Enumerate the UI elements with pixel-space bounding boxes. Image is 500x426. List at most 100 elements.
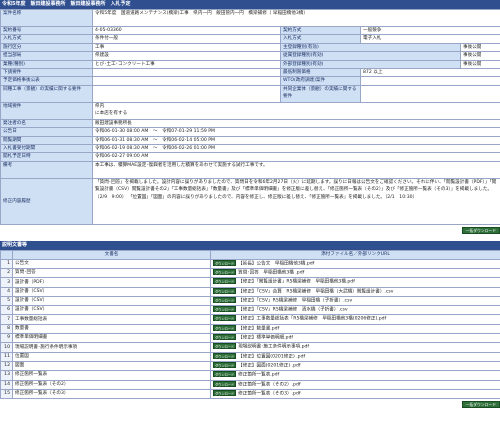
category-label: 施行区分 bbox=[0, 42, 93, 53]
file-link[interactable]: 【修正】「CSV」R5橋梁補修 早稲田橋（子折書）.csv bbox=[238, 298, 352, 303]
row-number: 15 bbox=[0, 388, 13, 400]
region-value: 県内 に本店を有する bbox=[92, 101, 500, 120]
open-date-value: 令和06-02-27 09:00 AM bbox=[92, 152, 500, 162]
project-info-table: 案件名称 令和5年度 国道道路メンテナンス(橋梁)工事 県内一円 飯田管内一円 … bbox=[0, 9, 500, 225]
file-link[interactable]: 【修正】標準単価明細.pdf bbox=[238, 336, 293, 341]
download-icon[interactable]: ダウンロード bbox=[213, 260, 237, 266]
work-type-label: 業種(種別) bbox=[0, 59, 93, 70]
download-icon[interactable]: ダウンロード bbox=[213, 269, 237, 275]
document-file-cell: ダウンロード 【修正】「閲覧設計書」R5橋梁補修 早稲田橋他3橋.pdf bbox=[210, 277, 500, 288]
docs-header-no bbox=[0, 249, 13, 260]
download-icon[interactable]: ダウンロード bbox=[213, 334, 237, 341]
docs-section-title: 説明文書等 bbox=[0, 240, 500, 250]
document-name: 修正箇所一覧表 bbox=[12, 370, 211, 381]
upper-price-label: 予定価格事後公表 bbox=[0, 76, 93, 86]
document-file-cell: ダウンロード 【延長】公告文 早稲田橋他3橋.pdf bbox=[210, 258, 500, 269]
document-name: 標準単価明細書 bbox=[12, 333, 211, 344]
docs-table: 文書名 添付ファイル名／外部リンクURL 1 公告文 ダウンロード 【延長】公告文 早… bbox=[0, 249, 500, 400]
document-name: 設計書（PDF） bbox=[12, 277, 211, 288]
region-value-a: 県内 bbox=[95, 103, 105, 109]
download-all-button-bottom[interactable]: 一括ダウンロード bbox=[461, 401, 500, 409]
document-file-cell: ダウンロード 【修正】標準単価明細.pdf bbox=[210, 333, 500, 344]
row-number: 10 bbox=[0, 342, 13, 353]
bid-method-value: 条件付一般 bbox=[92, 34, 281, 44]
work-type-value: とび･土工･コンクリート工事 bbox=[92, 59, 281, 70]
row-number: 11 bbox=[0, 351, 13, 362]
file-link[interactable]: 【延長】公告文 早稲田橋他3橋.pdf bbox=[238, 261, 314, 266]
file-link[interactable]: 修正箇所一覧表.pdf bbox=[238, 373, 279, 378]
contract-no-label: 契約番号 bbox=[0, 25, 93, 36]
bid-method-label: 入札方式 bbox=[0, 34, 93, 44]
download-icon[interactable]: ダウンロード bbox=[213, 325, 237, 331]
wto-label: WTO(政府調達)案件 bbox=[280, 76, 361, 86]
file-link[interactable]: 【修正】「CSV」R5橋梁補修 清水橋（子折書）.csv bbox=[238, 308, 347, 313]
joint-open-value bbox=[360, 84, 500, 103]
file-link[interactable]: 【修正】「CSV」合算 R5橋梁補修 早稲田橋（大武橋）閲覧設計書）.csv bbox=[238, 289, 393, 294]
table-row: 5 設計書（CSV） ダウンロード 【修正】「CSV」R5橋梁補修 早稲田橋（子折書）… bbox=[0, 295, 500, 307]
document-file-cell: ダウンロード 修正箇所一覧表（その2）.pdf bbox=[210, 379, 500, 390]
file-link[interactable]: 質問･回答 早稲田橋他3橋 .pdf bbox=[238, 270, 304, 275]
note-label: 備考 bbox=[0, 160, 93, 179]
download-icon[interactable]: ダウンロード bbox=[213, 371, 237, 378]
download-icon[interactable]: ダウンロード bbox=[213, 381, 237, 387]
table-row: 3 設計書（PDF） ダウンロード 【修正】「閲覧設計書」R5橋梁補修 早稲田橋他3橋… bbox=[0, 277, 500, 288]
download-all-button-top[interactable]: 一括ダウンロード bbox=[461, 226, 500, 234]
download-icon[interactable]: ダウンロード bbox=[213, 297, 237, 303]
file-link[interactable]: 【修正】図面(0201修正) .pdf bbox=[238, 363, 300, 368]
document-name: 図面 bbox=[12, 360, 211, 372]
document-name: 公告文 bbox=[12, 258, 211, 269]
document-file-cell: ダウンロード 【修正】位置図(0201修正) .pdf bbox=[210, 351, 500, 362]
sub-reg2-label: 外部登録種別(有効) bbox=[280, 59, 461, 70]
subcontract-value bbox=[92, 68, 281, 78]
row-number: 13 bbox=[0, 370, 13, 381]
document-name: 工事数量総括表 bbox=[12, 314, 211, 325]
document-name: 現場説明書･施行条件明示事項 bbox=[12, 342, 211, 353]
table-row: 1 公告文 ダウンロード 【延長】公告文 早稲田橋他3橋.pdf bbox=[0, 258, 500, 269]
download-icon[interactable]: ダウンロード bbox=[213, 362, 237, 368]
bid-method2-value: 電子入札 bbox=[360, 34, 500, 44]
file-link[interactable]: 【修正】「閲覧設計書」R5橋梁補修 早稲田橋他3橋.pdf bbox=[238, 280, 355, 285]
download-icon[interactable]: ダウンロード bbox=[213, 343, 237, 350]
table-row: 8 数量書 ダウンロード 【修正】数量書.pdf bbox=[0, 323, 500, 335]
file-link[interactable]: 現場説明書･施工条件明示事項.pdf bbox=[238, 345, 309, 350]
section-value: 県建設 bbox=[92, 51, 281, 61]
base-amount-open-value bbox=[92, 84, 281, 103]
file-link[interactable]: 修正箇所一覧表（その3）.pdf bbox=[238, 391, 300, 396]
view-period-value: 令和06-01-31 08:30 AM ～ 令和06-02-14 05:00 P… bbox=[92, 135, 500, 146]
row-number: 4 bbox=[0, 286, 13, 297]
document-name: 質問･回答 bbox=[12, 267, 211, 279]
table-row: 14 修正箇所一覧表（その2） ダウンロード 修正箇所一覧表（その2）.pdf bbox=[0, 379, 500, 390]
table-row: 11 位置図 ダウンロード 【修正】位置図(0201修正) .pdf bbox=[0, 351, 500, 362]
row-number: 8 bbox=[0, 323, 13, 335]
document-file-cell: ダウンロード 【修正】「CSV」合算 R5橋梁補修 早稲田橋（大武橋）閲覧設計書）… bbox=[210, 286, 500, 297]
document-file-cell: ダウンロード 【修正】数量書.pdf bbox=[210, 323, 500, 335]
table-row: 9 標準単価明細書 ダウンロード 【修正】標準単価明細.pdf bbox=[0, 333, 500, 344]
bid-method2-label: 入札方式 bbox=[280, 34, 361, 44]
download-icon[interactable]: ダウンロード bbox=[213, 278, 237, 285]
download-icon[interactable]: ダウンロード bbox=[213, 353, 237, 359]
file-link[interactable]: 修正箇所一覧表（その2）.pdf bbox=[238, 382, 300, 387]
download-icon[interactable]: ダウンロード bbox=[213, 315, 237, 322]
download-icon[interactable]: ダウンロード bbox=[213, 306, 237, 313]
document-name: 数量書 bbox=[12, 323, 211, 335]
document-file-cell: ダウンロード 質問･回答 早稲田橋他3橋 .pdf bbox=[210, 267, 500, 279]
bid-period-value: 令和06-02-19 08:30 AM ～ 令和06-02-26 01:00 P… bbox=[92, 144, 500, 154]
document-file-cell: ダウンロード 現場説明書･施工条件明示事項.pdf bbox=[210, 342, 500, 353]
download-icon[interactable]: ダウンロード bbox=[213, 288, 237, 294]
document-name: 設計書（CSV） bbox=[12, 286, 211, 297]
page-title-bar: 令和5年度 飯田建設事務所 飯田建設事務所 入札予定 bbox=[0, 0, 500, 9]
joint-open-label: 共同企業体（景観）の実績に関する要件 bbox=[280, 84, 361, 103]
file-link[interactable]: 【修正】工事数量総括表「R5橋梁補修 早稲田橋他3橋(0206修正).pdf bbox=[238, 317, 386, 322]
wto-value bbox=[360, 76, 500, 86]
document-file-cell: ダウンロード 【修正】「CSV」R5橋梁補修 早稲田橋（子折書）.csv bbox=[210, 295, 500, 307]
download-icon[interactable]: ダウンロード bbox=[213, 390, 237, 396]
document-file-cell: ダウンロード 修正箇所一覧表（その3）.pdf bbox=[210, 388, 500, 400]
table-row: 10 現場説明書･施行条件明示事項 ダウンロード 現場説明書･施工条件明示事項.pdf bbox=[0, 342, 500, 353]
sub-reg1-label: 従属登録種別(有効) bbox=[280, 51, 461, 61]
category-value: 工事 bbox=[92, 42, 281, 53]
row-number: 6 bbox=[0, 305, 13, 316]
table-row: 2 質問･回答 ダウンロード 質問･回答 早稲田橋他3橋 .pdf bbox=[0, 267, 500, 279]
file-link[interactable]: 【修正】数量書.pdf bbox=[238, 326, 279, 331]
file-link[interactable]: 【修正】位置図(0201修正) .pdf bbox=[238, 354, 305, 359]
document-file-cell: ダウンロード 修正箇所一覧表.pdf bbox=[210, 370, 500, 381]
